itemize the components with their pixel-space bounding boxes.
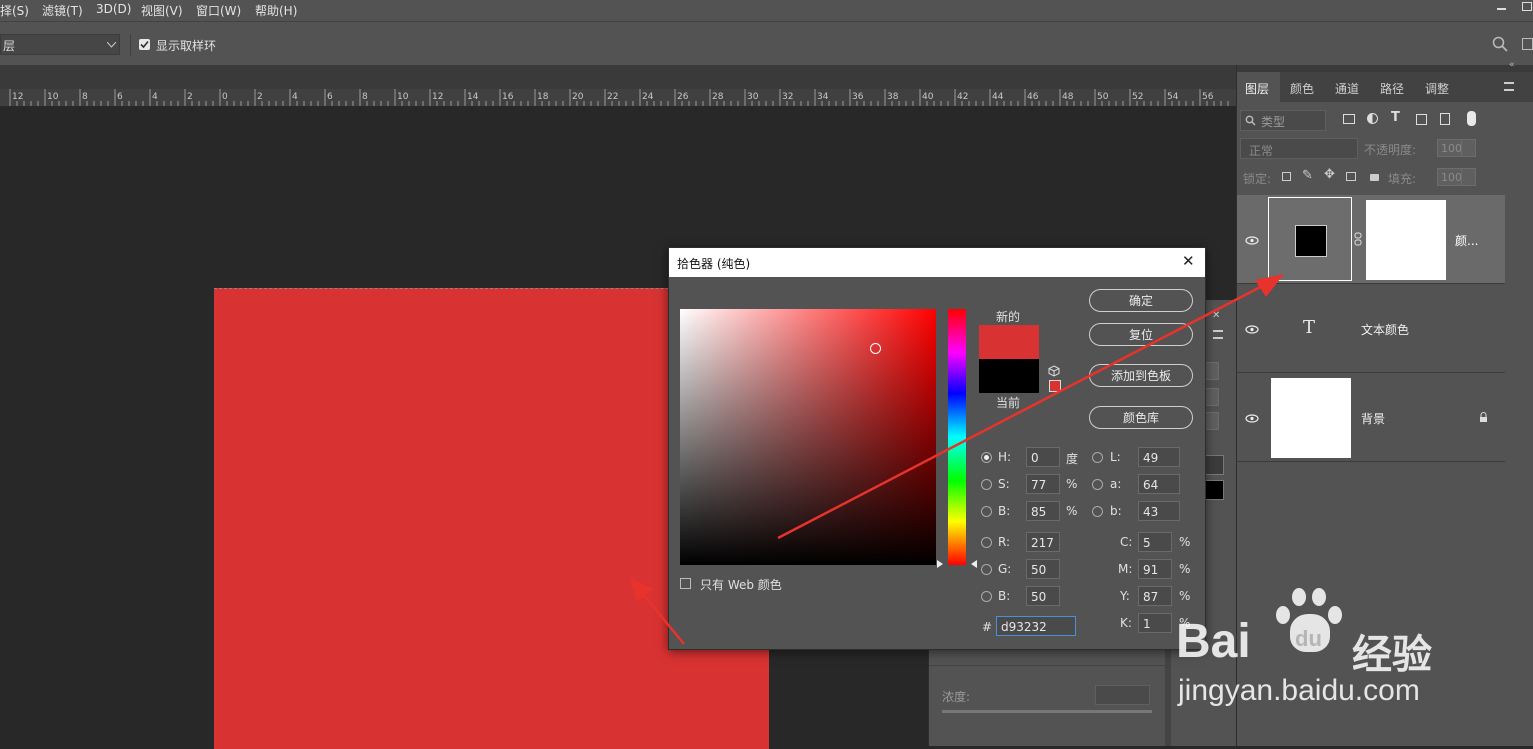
watermark-brand-du: du [1295,626,1322,651]
watermark-product: 经验 [1352,632,1432,678]
watermark-url: jingyan.baidu.com [1178,674,1420,707]
arrow-to-layer [777,274,1284,540]
baidu-jingyan-watermark: Bai du 经验 jingyan.baidu.com [1176,586,1496,716]
watermark-brand: Bai [1176,615,1251,668]
arrow-to-canvas [630,578,685,645]
